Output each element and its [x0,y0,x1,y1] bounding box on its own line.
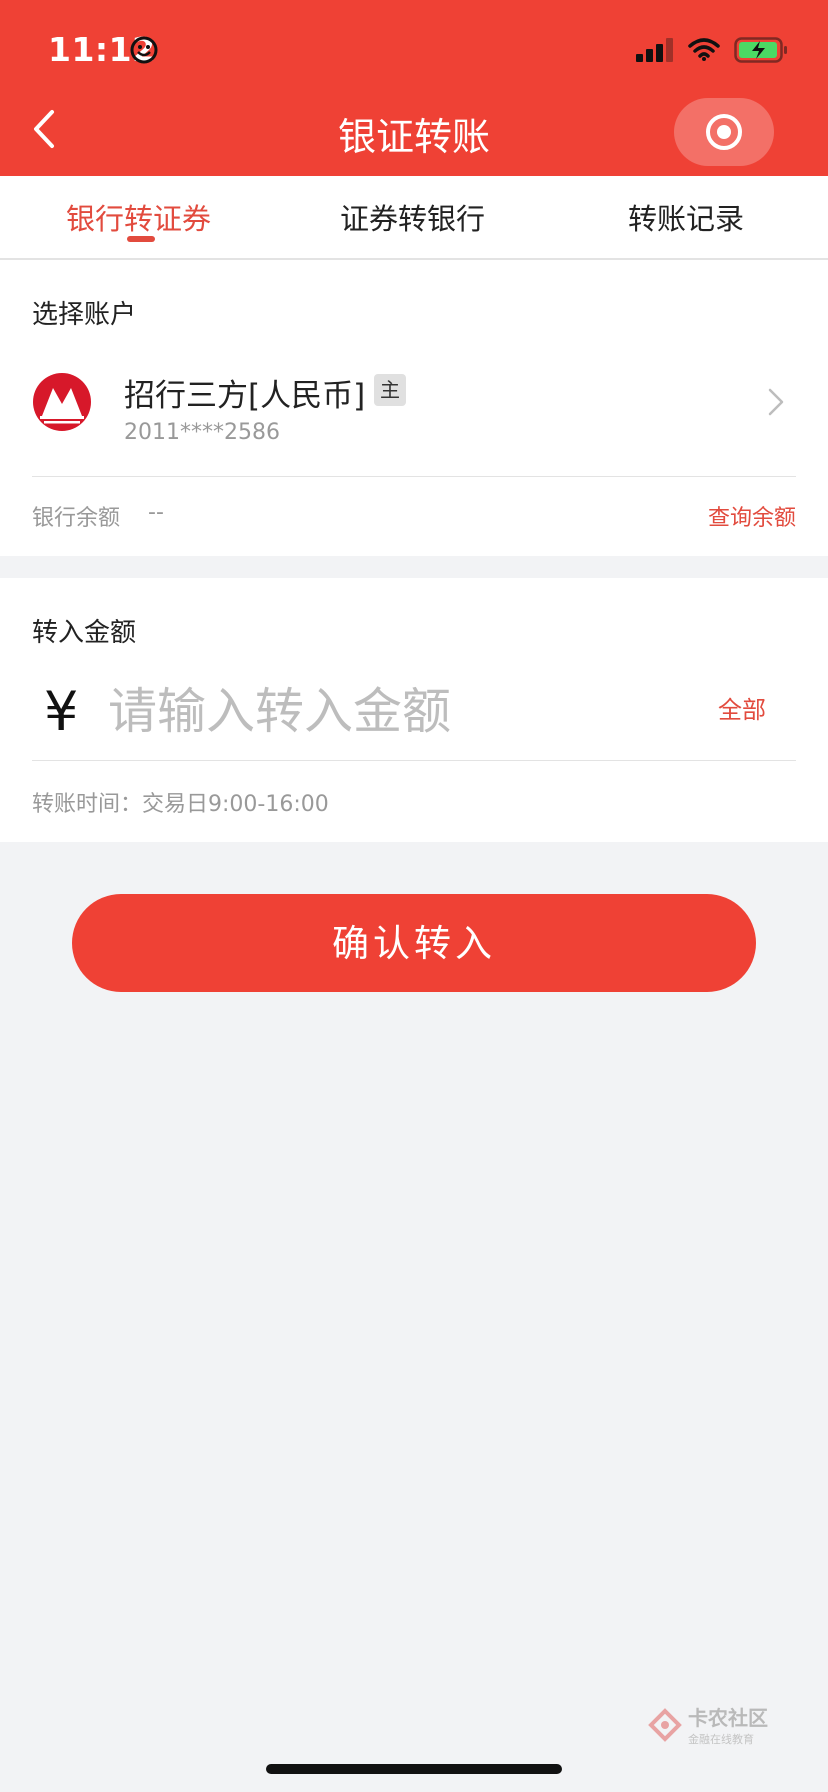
tab-transfer-records[interactable]: 转账记录 [628,196,744,238]
amount-input[interactable] [108,676,668,746]
kanong-logo-icon [648,1707,682,1742]
watermark: 卡农社区 金融在线教育 [648,1702,768,1747]
smiley-icon [130,36,158,64]
cmb-bank-logo [33,373,91,431]
bank-account-number: 2011****2586 [124,420,280,445]
tab-bar: 银行转证券 证券转银行 转账记录 [0,176,828,260]
record-icon [706,114,742,150]
transfer-all-button[interactable]: 全部 [718,690,766,725]
wifi-icon [688,38,720,61]
watermark-title: 卡农社区 [688,1706,768,1730]
bank-balance-label: 银行余额 [32,506,121,531]
bank-balance-value: -- [148,500,164,525]
confirm-transfer-button[interactable]: 确认转入 [72,894,756,992]
app-header: 11:12 银证转账 [0,0,828,176]
status-icons [636,36,788,64]
account-section-title: 选择账户 [32,300,137,330]
primary-account-badge: 主 [374,374,406,406]
divider [32,476,796,477]
battery-icon [734,37,787,63]
active-tab-indicator [127,236,155,242]
query-balance-link[interactable]: 查询余额 [708,500,796,532]
tab-bank-to-securities[interactable]: 银行转证券 [66,196,211,238]
chevron-right-icon[interactable] [766,386,786,418]
watermark-subtitle: 金融在线教育 [688,1733,754,1746]
divider [32,760,796,761]
bank-account-name[interactable]: 招行三方[人民币] [124,370,365,415]
amount-section-title: 转入金额 [32,618,137,648]
signal-icon [636,38,673,62]
transfer-time-info: 转账时间：交易日9:00-16:00 [32,792,329,817]
record-button[interactable] [674,98,774,166]
home-indicator [266,1764,562,1774]
tab-securities-to-bank[interactable]: 证券转银行 [340,196,485,238]
currency-symbol: ¥ [44,680,79,743]
